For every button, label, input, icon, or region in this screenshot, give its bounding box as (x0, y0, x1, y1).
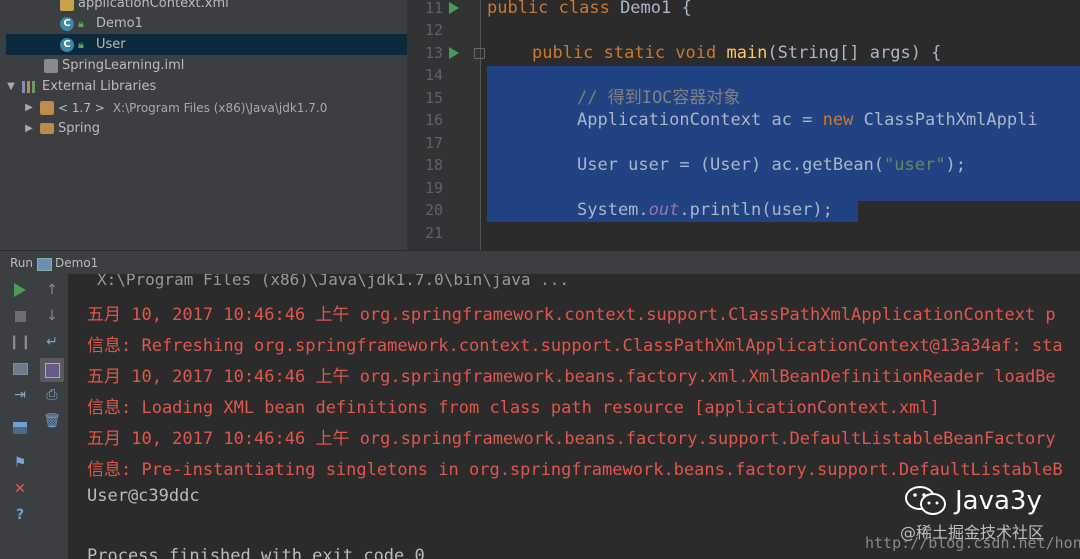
console-line: 信息: Pre-instantiating singletons in org.… (87, 460, 1063, 480)
tree-item-user[interactable]: C 🔒︎ User (6, 34, 407, 55)
line-number: 21 (424, 224, 443, 242)
print-icon[interactable]: ⎙ (43, 386, 61, 404)
console-line: User@c39ddc (87, 486, 200, 506)
code-token: public class (487, 0, 621, 18)
code-token: System. (577, 200, 649, 220)
line-number: 13 (424, 44, 443, 62)
tree-item-label: Demo1 (96, 16, 143, 31)
code-token: .println(user); (679, 200, 833, 220)
class-icon: C (60, 16, 74, 31)
code-token: (String[] args) { (767, 43, 942, 63)
scroll-to-end-icon[interactable] (40, 358, 64, 382)
arrow-up-icon[interactable]: ↑ (43, 281, 61, 299)
code-token: main (726, 43, 768, 63)
clear-all-icon[interactable]: 🗑︎ (43, 412, 61, 430)
run-toolbar: ❙❙ ⇥ ⚑ ✕ ? ↑ ↓ ↵ ⎙ 🗑︎ (0, 274, 69, 559)
help-icon[interactable]: ? (11, 506, 29, 524)
editor-gutter: 11 12 13 14 15 16 17 18 19 20 21 (407, 0, 481, 250)
chevron-down-icon[interactable]: ▼ (4, 81, 18, 92)
code-editor[interactable]: public class Demo1 { public static void … (481, 0, 1080, 250)
module-file-icon (44, 58, 58, 73)
tree-item-application-context[interactable]: applicationContext.xml (0, 0, 407, 14)
line-number: 12 (424, 21, 443, 39)
selection-highlight (487, 66, 1080, 201)
code-line-13: public static void main(String[] args) { (532, 42, 941, 64)
run-config-name[interactable]: Demo1 (55, 256, 98, 270)
line-number: 19 (424, 179, 443, 197)
tree-item-spring[interactable]: ▶ Spring (0, 118, 407, 139)
run-panel-header: Run Demo1 (0, 250, 1080, 275)
code-token: "user" (884, 155, 946, 175)
tree-item-external-libraries[interactable]: ▼ External Libraries (0, 76, 407, 97)
code-token: Demo1 { (620, 0, 692, 18)
tree-item-jdk[interactable]: ▶ < 1.7 > X:\Program Files (x86)\Java\jd… (0, 97, 407, 118)
line-number: 20 (424, 201, 443, 219)
soft-wrap-icon[interactable]: ↵ (43, 333, 61, 351)
run-tab-label[interactable]: Run (10, 256, 33, 270)
pause-icon[interactable]: ❙❙ (8, 333, 31, 351)
wechat-icon (905, 486, 946, 515)
code-token: out (648, 200, 680, 220)
console-line: 信息: Refreshing org.springframework.conte… (87, 336, 1063, 356)
run-config-icon (37, 258, 52, 271)
console-line: X:\Program Files (x86)\Java\jdk1.7.0\bin… (97, 274, 570, 289)
console-line: 五月 10, 2017 10:46:46 上午 org.springframew… (87, 429, 1056, 449)
code-token: ClassPathXmlAppli (863, 110, 1038, 130)
project-tree-panel: applicationContext.xml C 🔒︎ Demo1 C 🔒︎ U… (0, 0, 407, 250)
watermark-url: http://blog.csdn.net/hon_3y (865, 534, 1080, 552)
line-number: 15 (424, 89, 443, 107)
library-folder-icon (40, 123, 54, 134)
tree-item-label: < 1.7 > (58, 100, 105, 115)
arrow-down-icon[interactable]: ↓ (43, 307, 61, 325)
line-number: 14 (424, 66, 443, 84)
tree-item-detail: X:\Program Files (x86)\Java\jdk1.7.0 (112, 100, 328, 115)
dump-threads-icon[interactable] (11, 360, 29, 378)
close-icon[interactable]: ✕ (11, 480, 29, 498)
code-line-20: System.out.println(user); (577, 199, 833, 221)
rerun-icon[interactable] (11, 281, 29, 299)
code-token: User user = (User) ac.getBean( (577, 155, 885, 175)
stop-icon[interactable] (11, 307, 29, 325)
console-line: Process finished with exit code 0 (87, 546, 425, 559)
libraries-icon (22, 80, 38, 93)
tree-item-iml[interactable]: SpringLearning.iml (0, 55, 407, 76)
code-line-15: // 得到IOC容器对象 (577, 88, 741, 108)
line-number: 17 (424, 134, 443, 152)
lock-icon: 🔒︎ (78, 37, 84, 51)
console-line: 五月 10, 2017 10:46:46 上午 org.springframew… (87, 367, 1056, 387)
code-line-16: ApplicationContext ac = new ClassPathXml… (577, 109, 1038, 131)
lock-icon: 🔒︎ (78, 16, 84, 30)
watermark-logo: Java3y (905, 485, 1042, 517)
console-line: 信息: Loading XML bean definitions from cl… (87, 398, 940, 418)
code-token: ); (945, 155, 966, 175)
tree-item-demo1[interactable]: C 🔒︎ Demo1 (0, 13, 407, 34)
jdk-icon (40, 100, 54, 115)
tree-item-label: External Libraries (42, 79, 157, 94)
code-token: new (822, 110, 864, 130)
tree-item-label: applicationContext.xml (78, 0, 229, 11)
tree-item-label: Spring (58, 121, 100, 136)
watermark-brand: Java3y (955, 486, 1042, 516)
code-line-18: User user = (User) ac.getBean("user"); (577, 154, 966, 176)
code-token: ApplicationContext ac = (577, 110, 823, 130)
xml-file-icon (60, 0, 74, 11)
console-line: 五月 10, 2017 10:46:46 上午 org.springframew… (87, 305, 1056, 325)
pin-icon[interactable]: ⚑ (11, 454, 29, 472)
code-line-11: public class Demo1 { (487, 0, 692, 19)
code-token: public static void (532, 43, 727, 63)
run-gutter-icon[interactable] (449, 2, 459, 14)
line-number: 16 (424, 111, 443, 129)
tree-item-label: SpringLearning.iml (62, 58, 185, 73)
line-number: 11 (424, 0, 443, 17)
exit-icon[interactable]: ⇥ (11, 386, 29, 404)
tree-item-label: User (96, 37, 126, 52)
chevron-right-icon[interactable]: ▶ (22, 102, 36, 113)
run-gutter-icon[interactable] (449, 47, 459, 59)
layout-icon[interactable] (11, 419, 29, 437)
line-number: 18 (424, 156, 443, 174)
chevron-right-icon[interactable]: ▶ (22, 123, 36, 134)
class-icon: C (60, 37, 74, 52)
